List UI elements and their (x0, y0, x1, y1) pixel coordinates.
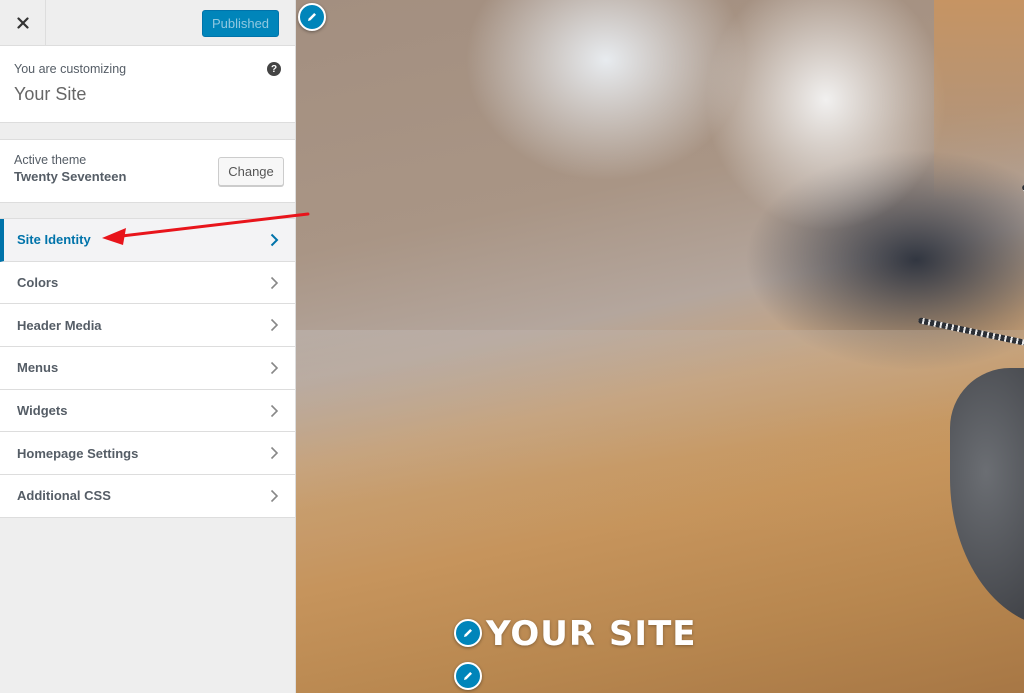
background-wall (934, 0, 1024, 200)
panel-label: Widgets (17, 403, 68, 419)
panel-label: Site Identity (17, 232, 91, 248)
change-theme-button[interactable]: Change (218, 157, 284, 186)
panel-label: Additional CSS (17, 488, 111, 504)
pencil-icon (464, 629, 472, 637)
chevron-right-icon (270, 233, 279, 247)
close-customizer-button[interactable] (0, 0, 46, 46)
panel-homepage-settings[interactable]: Homepage Settings (0, 432, 295, 476)
spacer (0, 123, 295, 139)
panel-additional-css[interactable]: Additional CSS (0, 475, 295, 518)
edit-shortcut-tagline[interactable] (454, 662, 482, 690)
spacer (0, 203, 295, 218)
site-name: Your Site (14, 84, 87, 104)
chevron-right-icon (270, 276, 279, 289)
panel-label: Colors (17, 275, 59, 291)
edit-shortcut-header[interactable] (298, 3, 326, 31)
customizer-sidebar: Published You are customizing Your Site … (0, 0, 296, 693)
customizing-label: You are customizing (14, 62, 127, 76)
chevron-right-icon (270, 361, 279, 374)
chevron-right-icon (270, 404, 279, 417)
panel-header-media[interactable]: Header Media (0, 304, 295, 348)
active-theme-section: Active theme Twenty Seventeen Change (0, 139, 295, 203)
panel-colors[interactable]: Colors (0, 261, 295, 305)
pencil-icon (308, 13, 316, 21)
panel-label: Header Media (17, 317, 102, 333)
panel-widgets[interactable]: Widgets (0, 389, 295, 433)
customizing-info: You are customizing Your Site ? (0, 46, 295, 123)
customizer-header: Published (0, 0, 295, 46)
published-button[interactable]: Published (202, 10, 279, 37)
customizer-panels: Site Identity Colors Header Media Menus … (0, 218, 295, 518)
edit-shortcut-site-title[interactable] (454, 619, 482, 647)
panel-site-identity[interactable]: Site Identity (0, 219, 295, 262)
plant-pot (950, 368, 1024, 628)
pencil-icon (464, 672, 472, 680)
panel-menus[interactable]: Menus (0, 347, 295, 390)
panel-label: Menus (17, 360, 59, 376)
close-icon (16, 17, 29, 29)
chevron-right-icon (270, 489, 279, 503)
site-preview: YOUR SITE (296, 0, 1024, 693)
help-icon[interactable]: ? (267, 62, 281, 76)
panel-label: Homepage Settings (17, 445, 139, 461)
chevron-right-icon (270, 319, 279, 332)
background-table (296, 330, 1024, 530)
site-title[interactable]: YOUR SITE (486, 614, 697, 654)
chevron-right-icon (270, 447, 279, 460)
